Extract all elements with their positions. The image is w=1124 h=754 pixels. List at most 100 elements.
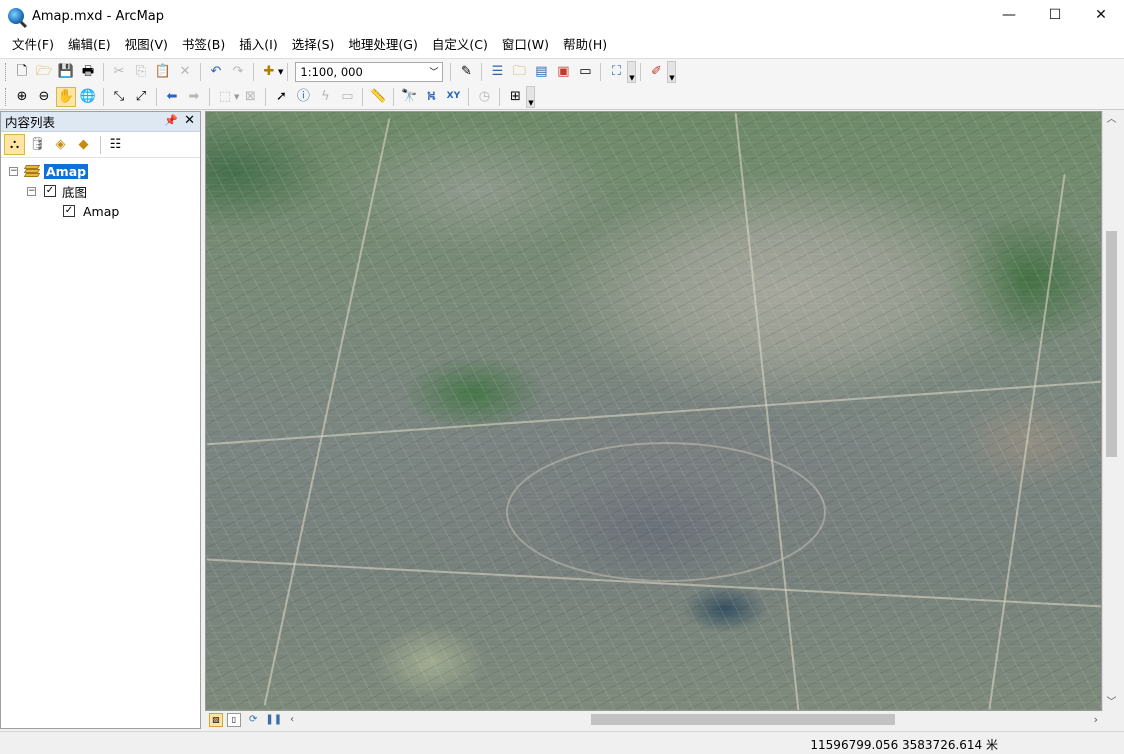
horizontal-scroll-thumb[interactable]: [591, 714, 895, 725]
options-icon[interactable]: ☷: [105, 134, 126, 155]
back-icon[interactable]: ⬅: [162, 87, 182, 107]
toc-close-button[interactable]: ✕: [184, 113, 195, 128]
select-features-dropdown-icon[interactable]: ▼: [234, 93, 239, 101]
save-icon[interactable]: 💾: [56, 62, 76, 82]
identify-icon[interactable]: ⓘ: [293, 87, 313, 107]
menu-bookmarks[interactable]: 书签(B): [175, 34, 232, 56]
map-scale-combobox[interactable]: 1:100, 000 ﹀: [295, 61, 444, 82]
toolbar-overflow-icon[interactable]: ▼: [667, 60, 677, 83]
scroll-left-icon[interactable]: ‹: [290, 714, 294, 725]
arctoolbox-icon[interactable]: ▣: [553, 62, 573, 82]
menu-customize[interactable]: 自定义(C): [425, 34, 495, 56]
forward-icon[interactable]: ➡: [184, 87, 204, 107]
toolbar-separator: [156, 87, 157, 106]
toolbar-grip[interactable]: [5, 87, 8, 106]
menu-selection[interactable]: 选择(S): [285, 34, 342, 56]
paste-icon[interactable]: 📋: [153, 62, 173, 82]
layer-checkbox[interactable]: ✓: [63, 205, 75, 217]
menu-edit[interactable]: 编辑(E): [61, 34, 118, 56]
scroll-down-icon[interactable]: ﹀: [1103, 694, 1120, 711]
tree-row-group-layer[interactable]: − ✓ 底图: [27, 182, 87, 200]
add-data-dropdown-icon[interactable]: ▼: [278, 68, 283, 76]
collapse-icon[interactable]: −: [9, 166, 18, 176]
toolbar-separator: [253, 62, 254, 81]
menu-file[interactable]: 文件(F): [5, 34, 61, 56]
python-window-icon[interactable]: ▭: [575, 62, 595, 82]
pause-drawing-icon[interactable]: ❚❚: [265, 714, 282, 725]
find-icon[interactable]: 🔭: [399, 87, 419, 107]
select-features-icon[interactable]: ⬚: [215, 87, 235, 107]
data-frame-label[interactable]: Amap: [44, 163, 89, 179]
maximize-button[interactable]: ☐: [1032, 0, 1078, 30]
toolbar-separator: [103, 87, 104, 106]
add-data-icon[interactable]: ✚: [259, 62, 279, 82]
measure-icon[interactable]: 📏: [368, 87, 388, 107]
select-elements-icon[interactable]: ➚: [271, 87, 291, 107]
print-icon[interactable]: 🖶: [78, 62, 98, 82]
tree-row-layer[interactable]: ✓ Amap: [63, 202, 119, 220]
html-popup-icon[interactable]: ▭: [337, 87, 357, 107]
fixed-zoom-in-icon[interactable]: ⤡: [109, 87, 129, 107]
catalog-icon[interactable]: 🗀: [509, 62, 529, 82]
menu-help[interactable]: 帮助(H): [556, 34, 614, 56]
toolbar-grip[interactable]: [5, 62, 8, 81]
refresh-icon[interactable]: ⟳: [249, 714, 257, 725]
full-extent-icon[interactable]: 🌐: [78, 87, 98, 107]
map-view[interactable]: [205, 111, 1102, 711]
group-layer-label[interactable]: 底图: [62, 182, 87, 201]
menu-insert[interactable]: 插入(I): [232, 34, 284, 56]
list-by-drawing-order-icon[interactable]: ⛬: [4, 134, 25, 155]
delete-icon[interactable]: ✕: [175, 62, 195, 82]
copy-icon[interactable]: ⎘: [131, 62, 151, 82]
scroll-right-icon[interactable]: ›: [1094, 711, 1098, 728]
vertical-scroll-thumb[interactable]: [1106, 231, 1117, 457]
fixed-zoom-out-icon[interactable]: ⤢: [131, 87, 151, 107]
time-slider-icon[interactable]: ◷: [474, 87, 494, 107]
scroll-up-icon[interactable]: ︿: [1103, 111, 1120, 128]
model-builder-icon[interactable]: ⛶: [606, 62, 626, 82]
zoom-out-icon[interactable]: ⊖: [34, 87, 54, 107]
toolbar-separator: [103, 62, 104, 81]
magnifier-icon[interactable]: ⊞: [505, 87, 525, 107]
toolbar-separator: [362, 87, 364, 106]
data-view-button[interactable]: ▧: [209, 712, 223, 727]
find-route-icon[interactable]: ⛕: [421, 87, 441, 107]
minimize-button[interactable]: —: [986, 0, 1032, 30]
tree-row-data-frame[interactable]: − Amap: [9, 162, 89, 180]
new-document-icon[interactable]: 🗋: [12, 62, 32, 82]
chevron-down-icon[interactable]: ﹀: [429, 65, 438, 78]
clear-selection-icon[interactable]: ⊠: [240, 87, 260, 107]
undo-icon[interactable]: ↶: [206, 62, 226, 82]
open-folder-icon[interactable]: 🗁: [34, 62, 54, 82]
zoom-in-icon[interactable]: ⊕: [12, 87, 32, 107]
table-of-contents-panel: 内容列表 📌 ✕ ⛬ 🛢 ◈ ◆ ☷ − Amap − ✓ 底图 ✓ Amap: [0, 111, 201, 729]
redo-icon[interactable]: ↷: [228, 62, 248, 82]
layer-label[interactable]: Amap: [83, 204, 119, 219]
menu-view[interactable]: 视图(V): [118, 34, 175, 56]
collapse-icon[interactable]: −: [27, 186, 36, 196]
search-window-icon[interactable]: ▤: [531, 62, 551, 82]
tools-toolbar: ⊕ ⊖ ✋ 🌐 ⤡ ⤢ ⬅ ➡ ⬚ ▼ ⊠ ➚ ⓘ ϟ ▭ 📏 🔭 ⛕ XY ◷…: [0, 84, 1124, 110]
vertical-scrollbar[interactable]: ︿ ﹀: [1102, 111, 1120, 711]
layout-view-button[interactable]: ▯: [227, 712, 241, 727]
cut-icon[interactable]: ✂: [109, 62, 129, 82]
list-by-selection-icon[interactable]: ◆: [73, 134, 94, 155]
title-bar: Amap.mxd - ArcMap — ☐ ✕: [0, 0, 1124, 32]
list-by-source-icon[interactable]: 🛢: [27, 134, 48, 155]
list-by-visibility-icon[interactable]: ◈: [50, 134, 71, 155]
go-to-xy-icon[interactable]: XY: [443, 87, 463, 107]
editor-toolbar-icon[interactable]: ✎: [456, 62, 476, 82]
toolbar-overflow-icon[interactable]: ▼: [526, 85, 536, 108]
toolbar-separator: [287, 62, 289, 81]
hyperlink-icon[interactable]: ϟ: [315, 87, 335, 107]
pin-icon[interactable]: 📌: [164, 114, 178, 127]
pan-icon[interactable]: ✋: [56, 86, 76, 107]
close-button[interactable]: ✕: [1078, 0, 1124, 30]
menu-geoprocessing[interactable]: 地理处理(G): [341, 34, 424, 56]
toolbar-separator: [468, 87, 470, 106]
group-layer-checkbox[interactable]: ✓: [44, 185, 56, 197]
toolbar-overflow-icon[interactable]: ▼: [627, 60, 637, 83]
menu-windows[interactable]: 窗口(W): [495, 34, 556, 56]
editor-tool-icon[interactable]: ✐: [646, 62, 666, 82]
table-of-contents-icon[interactable]: ☰: [487, 62, 507, 82]
